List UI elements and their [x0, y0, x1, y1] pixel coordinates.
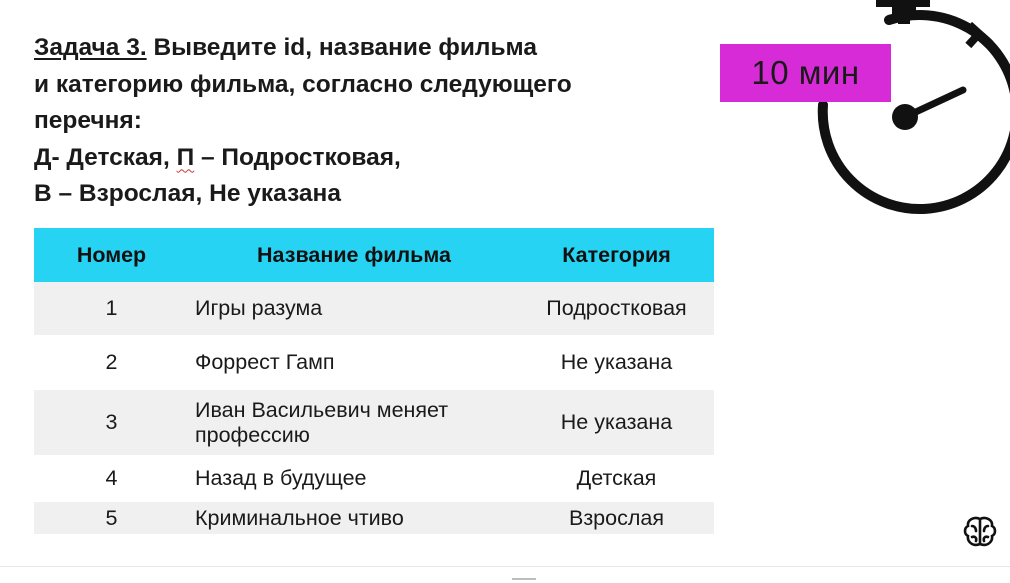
- cell-category: Подростковая: [519, 282, 714, 335]
- scroll-indicator: [512, 578, 536, 580]
- task-line-3: перечня:: [34, 107, 142, 134]
- column-header-category: Категория: [519, 228, 714, 282]
- cell-number: 5: [34, 502, 189, 534]
- cell-number: 1: [34, 282, 189, 335]
- films-table: Номер Название фильма Категория 1 Игры р…: [34, 228, 714, 534]
- brain-logo-icon: [963, 516, 997, 547]
- table-row: 4 Назад в будущее Детская: [34, 455, 714, 502]
- task-line-4: Д- Детская, П – Подростковая,: [34, 143, 401, 171]
- cell-category: Не указана: [519, 390, 714, 455]
- task-line-1: Задача 3. Выведите id, название фильма: [34, 34, 537, 61]
- column-header-title: Название фильма: [189, 228, 519, 282]
- cell-title: Форрест Гамп: [189, 335, 519, 390]
- table-row: 1 Игры разума Подростковая: [34, 282, 714, 335]
- cell-category: Не указана: [519, 335, 714, 390]
- cell-title: Криминальное чтиво: [189, 502, 519, 534]
- cell-title: Игры разума: [189, 282, 519, 335]
- spellcheck-word: П: [176, 143, 195, 171]
- task-label: Задача 3.: [34, 34, 147, 61]
- table-row: 2 Форрест Гамп Не указана: [34, 335, 714, 390]
- cell-number: 4: [34, 455, 189, 502]
- cell-title: Назад в будущее: [189, 455, 519, 502]
- table-row: 5 Криминальное чтиво Взрослая: [34, 502, 714, 534]
- cell-number: 3: [34, 390, 189, 455]
- task-line-2: и категорию фильма, согласно следующего: [34, 70, 572, 98]
- task-line-5: В – Взрослая, Не указана: [34, 180, 341, 207]
- divider: [0, 566, 1010, 567]
- table-row: 3 Иван Васильевич меняет профессию Не ук…: [34, 390, 714, 455]
- timer-badge: 10 мин: [720, 44, 891, 102]
- cell-title: Иван Васильевич меняет профессию: [189, 390, 519, 455]
- column-header-number: Номер: [34, 228, 189, 282]
- cell-category: Взрослая: [519, 502, 714, 534]
- cell-category: Детская: [519, 455, 714, 502]
- cell-number: 2: [34, 335, 189, 390]
- table-header-row: Номер Название фильма Категория: [34, 228, 714, 282]
- task-text: Задача 3. Выведите id, название фильма и…: [34, 30, 714, 213]
